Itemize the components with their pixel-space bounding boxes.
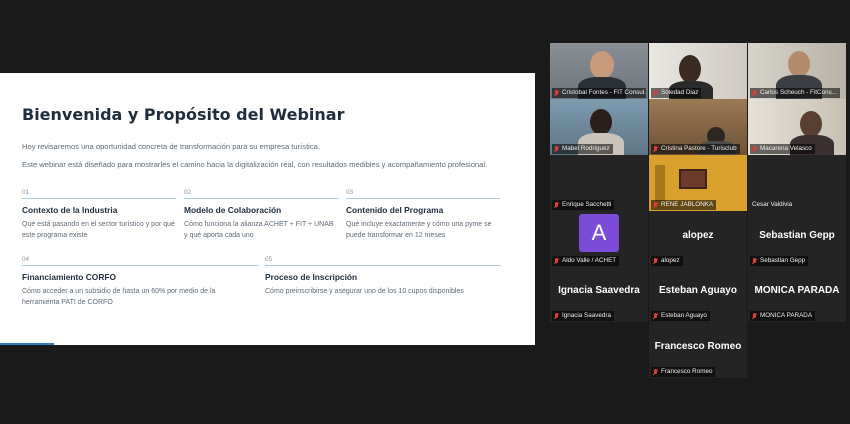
participant-name-tag: Enrique Sacchetti xyxy=(552,200,615,210)
participant-name-tag: Esteban Aguayo xyxy=(651,311,710,321)
participant-name-tag: Carlos Scheuch - FitCons... xyxy=(750,88,840,98)
microphone-muted-icon xyxy=(554,257,559,265)
participant-name-tag: Cristobal Fontes - FIT Consul... xyxy=(552,88,646,98)
slide-progress-bar xyxy=(0,343,54,345)
topic-description: Qué incluye exactamente y cómo una pyme … xyxy=(346,221,492,239)
topic-description: Cómo acceder a un subsidio de hasta un 6… xyxy=(22,288,216,306)
microphone-muted-icon xyxy=(752,89,757,97)
participant-name-tag: Cristina Pastore - Turisclub xyxy=(651,144,740,154)
topic-number: 02 xyxy=(184,189,338,199)
participant-tile[interactable]: MONICA PARADA MONICA PARADA xyxy=(748,266,846,322)
microphone-muted-icon xyxy=(653,312,658,320)
microphone-muted-icon xyxy=(653,89,658,97)
topic-description: Cómo preinscribirse y asegurar uno de lo… xyxy=(265,288,464,295)
participant-tile[interactable]: Ignacia Saavedra Ignacia Saavedra xyxy=(550,266,648,322)
microphone-muted-icon xyxy=(554,89,559,97)
participant-tile[interactable]: Cesar Valdivia xyxy=(748,155,846,211)
topic-title: Contenido del Programa xyxy=(346,205,444,215)
participant-name-tag: Francesco Romeo xyxy=(651,367,716,377)
microphone-muted-icon xyxy=(752,257,757,265)
topic-number: 05 xyxy=(265,256,501,266)
participant-tile[interactable]: Cristobal Fontes - FIT Consul... xyxy=(550,43,648,99)
slide-intro-line: Hoy revisaremos una oportunidad concreta… xyxy=(22,142,320,151)
topic-description: Qué está pasando en el sector turístico … xyxy=(22,221,175,239)
microphone-muted-icon xyxy=(653,145,658,153)
participant-name-tag: Aldo Valle / ACHET xyxy=(552,256,620,266)
participant-name-tag: alopez xyxy=(651,256,683,266)
topic-number: 04 xyxy=(22,256,258,266)
participant-tile[interactable]: RENE JABLONKA xyxy=(649,155,747,211)
topic-card: 05 Proceso de Inscripción Cómo preinscri… xyxy=(265,256,501,297)
participant-tile[interactable]: Soledad Diaz xyxy=(649,43,747,99)
participant-tile[interactable]: Sebastian Gepp Sebastian Gepp xyxy=(748,211,846,267)
participant-tile[interactable]: alopez alopez xyxy=(649,211,747,267)
topic-card: 04 Financiamiento CORFO Cómo acceder a u… xyxy=(22,256,258,308)
slide-title: Bienvenida y Propósito del Webinar xyxy=(22,105,345,124)
microphone-muted-icon xyxy=(554,145,559,153)
participant-name-tag: Macarena Velasco xyxy=(750,144,815,154)
participant-tile[interactable]: Macarena Velasco xyxy=(748,99,846,155)
microphone-muted-icon xyxy=(752,145,757,153)
participant-name-tag: Ignacia Saavedra xyxy=(552,311,615,321)
topic-card: 02 Modelo de Colaboración Cómo funciona … xyxy=(184,189,338,241)
microphone-muted-icon xyxy=(653,368,658,376)
participant-display-name: Francesco Romeo xyxy=(654,341,742,352)
participant-tile[interactable]: Cristina Pastore - Turisclub xyxy=(649,99,747,155)
topic-number: 01 xyxy=(22,189,176,199)
topic-title: Proceso de Inscripción xyxy=(265,272,358,282)
topic-title: Modelo de Colaboración xyxy=(184,205,282,215)
topic-card: 03 Contenido del Programa Qué incluye ex… xyxy=(346,189,500,241)
slide-intro-line: Este webinar está diseñado para mostrarl… xyxy=(22,160,488,169)
participant-name-tag: Cesar Valdivia xyxy=(752,201,793,208)
participant-tile[interactable]: A Aldo Valle / ACHET xyxy=(550,211,648,267)
participant-avatar: A xyxy=(579,214,619,252)
participant-display-name: Esteban Aguayo xyxy=(659,285,737,296)
topic-card: 01 Contexto de la Industria Qué está pas… xyxy=(22,189,176,241)
participant-tile[interactable]: Carlos Scheuch - FitCons... xyxy=(748,43,846,99)
participant-tile[interactable]: Francesco Romeo Francesco Romeo xyxy=(649,322,747,378)
participant-name-tag: Sebastian Gepp xyxy=(750,256,809,266)
microphone-muted-icon xyxy=(752,312,757,320)
participant-display-name: alopez xyxy=(682,230,714,241)
microphone-muted-icon xyxy=(554,312,559,320)
participant-tile[interactable]: Mabel Rodriguez xyxy=(550,99,648,155)
participant-tile[interactable]: Esteban Aguayo Esteban Aguayo xyxy=(649,266,747,322)
microphone-muted-icon xyxy=(653,257,658,265)
topic-number: 03 xyxy=(346,189,500,199)
topic-description: Cómo funciona la alianza ACHET + FIT + U… xyxy=(184,221,334,239)
participant-tile[interactable]: Enrique Sacchetti xyxy=(550,155,648,211)
topic-title: Contexto de la Industria xyxy=(22,205,118,215)
microphone-muted-icon xyxy=(554,201,559,209)
shared-screen-slide: Bienvenida y Propósito del Webinar Hoy r… xyxy=(0,73,535,345)
participant-name-tag: MONICA PARADA xyxy=(750,311,816,321)
participant-display-name: MONICA PARADA xyxy=(754,285,840,296)
participant-display-name: Ignacia Saavedra xyxy=(558,285,640,296)
topic-title: Financiamiento CORFO xyxy=(22,272,116,282)
participant-name-tag: Soledad Diaz xyxy=(651,88,702,98)
participant-name-tag: Mabel Rodriguez xyxy=(552,144,613,154)
microphone-muted-icon xyxy=(653,201,658,209)
slide-intro: Hoy revisaremos una oportunidad concreta… xyxy=(22,141,502,177)
participant-name-tag: RENE JABLONKA xyxy=(651,200,717,210)
participant-display-name: Sebastian Gepp xyxy=(759,230,835,241)
